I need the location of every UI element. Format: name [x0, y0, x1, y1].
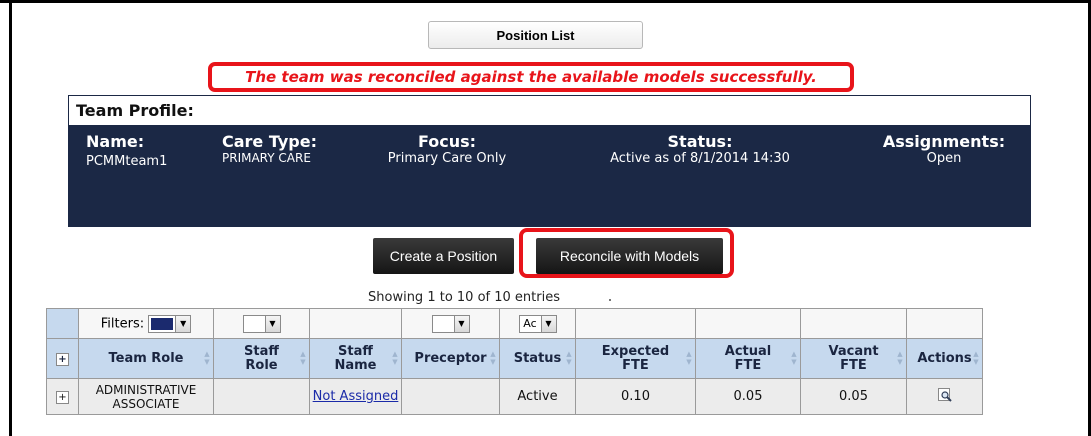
filter-cell-status: Ac ▼ — [499, 308, 576, 339]
team-profile-header: Team Profile: — [69, 96, 1030, 126]
filter-cell-vacant-fte — [800, 308, 907, 339]
expand-icon[interactable]: + — [56, 391, 69, 404]
column-header-actions[interactable]: Actions ▲ ▼ — [906, 338, 983, 379]
profile-label-status: Status: — [667, 132, 733, 151]
profile-field-name: Name: PCMMteam1 — [86, 132, 167, 169]
filter-cell-actual-fte — [695, 308, 801, 339]
profile-value-name: PCMMteam1 — [86, 154, 168, 169]
column-header-staff-role[interactable]: Staff Role ▲ ▼ — [213, 338, 310, 379]
profile-value-care-type: PRIMARY CARE — [222, 151, 311, 165]
profile-label-care-type: Care Type: — [222, 132, 317, 151]
filter-cell-expected-fte — [575, 308, 696, 339]
cell-actual-fte: 0.05 — [695, 378, 801, 415]
profile-value-focus: Primary Care Only — [387, 151, 507, 166]
status-filter-select[interactable]: Ac ▼ — [518, 314, 557, 333]
profile-label-focus: Focus: — [417, 132, 477, 151]
profile-value-status: Active as of 8/1/2014 14:30 — [610, 151, 790, 166]
filter-cell-staff-role: ▼ — [213, 308, 310, 339]
cell-vacant-fte: 0.05 — [800, 378, 907, 415]
sort-arrows-icon: ▲ ▼ — [566, 350, 572, 366]
preceptor-filter-select[interactable]: ▼ — [431, 314, 470, 333]
row-expand-cell[interactable]: + — [46, 378, 79, 415]
dropdown-arrow-icon: ▼ — [540, 315, 556, 332]
filter-row: Filters: ▼ ▼ ▼ Ac ▼ — [46, 308, 983, 339]
filters-label: Filters: — [100, 316, 145, 331]
cell-actions — [906, 378, 983, 415]
sort-arrows-icon: ▲ ▼ — [204, 350, 210, 366]
column-header-staff-name[interactable]: Staff Name ▲ ▼ — [309, 338, 402, 379]
filter-cell-preceptor: ▼ — [401, 308, 500, 339]
column-label: Actual FTE — [724, 343, 772, 373]
column-label: Staff Role — [244, 343, 279, 373]
profile-label-assignments: Assignments: — [882, 132, 1006, 151]
column-header-vacant-fte[interactable]: Vacant FTE ▲ ▼ — [800, 338, 907, 379]
header-row: + Team Role ▲ ▼ Staff Role ▲ ▼ Staff Name ▲ ▼ … — [46, 338, 983, 379]
create-position-button[interactable]: Create a Position — [373, 238, 514, 274]
sort-arrows-icon: ▲ ▼ — [392, 350, 398, 366]
profile-label-name: Name: — [86, 132, 145, 151]
sort-arrows-icon: ▲ ▼ — [897, 350, 903, 366]
position-list-button[interactable]: Position List — [428, 21, 643, 49]
team-role-filter-select[interactable]: ▼ — [148, 314, 192, 333]
cell-status: Active — [499, 378, 576, 415]
column-header-status[interactable]: Status ▲ ▼ — [499, 338, 576, 379]
column-header-expected-fte[interactable]: Expected FTE ▲ ▼ — [575, 338, 696, 379]
column-header-preceptor[interactable]: Preceptor ▲ ▼ — [401, 338, 500, 379]
profile-field-status: Status: Active as of 8/1/2014 14:30 — [585, 132, 815, 166]
cell-expected-fte: 0.10 — [575, 378, 696, 415]
team-profile-panel: Team Profile: Name: PCMMteam1 Care Type:… — [68, 95, 1031, 227]
profile-value-assignments: Open — [926, 151, 962, 166]
filter-cell-team-role: Filters: ▼ — [78, 308, 214, 339]
column-label: Vacant FTE — [828, 343, 879, 373]
column-label: Team Role — [108, 350, 184, 366]
team-profile-body: Name: PCMMteam1 Care Type: PRIMARY CARE … — [69, 126, 1030, 226]
view-details-icon[interactable] — [937, 387, 952, 402]
sort-arrows-icon: ▲ ▼ — [973, 350, 979, 366]
dropdown-arrow-icon: ▼ — [264, 315, 280, 332]
table-row: + ADMINISTRATIVE ASSOCIATE Not Assigned … — [46, 378, 983, 415]
column-label: Preceptor — [414, 350, 487, 366]
cell-staff-role — [213, 378, 310, 415]
staff-role-filter-select[interactable]: ▼ — [242, 314, 281, 333]
dropdown-arrow-icon: ▼ — [453, 315, 469, 332]
dropdown-arrow-icon: ▼ — [175, 315, 191, 332]
expand-icon[interactable]: + — [56, 352, 69, 366]
profile-field-care-type: Care Type: PRIMARY CARE — [222, 132, 317, 165]
staff-name-link[interactable]: Not Assigned — [313, 389, 399, 404]
column-label: Actions — [917, 350, 972, 366]
filter-corner-cell — [46, 308, 79, 339]
sort-arrows-icon: ▲ ▼ — [686, 350, 692, 366]
table-info-text: Showing 1 to 10 of 10 entries — [368, 290, 560, 305]
profile-field-focus: Focus: Primary Care Only — [367, 132, 527, 166]
reconcile-button-highlight — [519, 228, 734, 278]
status-filter-value: Ac — [523, 317, 537, 330]
sort-arrows-icon: ▲ ▼ — [791, 350, 797, 366]
success-message-highlight: The team was reconciled against the avai… — [208, 62, 854, 92]
column-label: Status — [513, 350, 562, 366]
selected-color-swatch — [151, 317, 174, 330]
stray-dot — [609, 299, 611, 301]
filter-cell-actions — [906, 308, 983, 339]
cell-staff-name: Not Assigned — [309, 378, 402, 415]
window-frame-top — [0, 0, 1091, 3]
column-label: Staff Name — [334, 343, 377, 373]
profile-field-assignments: Assignments: Open — [869, 132, 1019, 166]
column-header-team-role[interactable]: Team Role ▲ ▼ — [78, 338, 214, 379]
sort-arrows-icon: ▲ ▼ — [300, 350, 306, 366]
column-label: Expected FTE — [601, 343, 670, 373]
sort-arrows-icon: ▲ ▼ — [490, 350, 496, 366]
window-frame-left — [9, 0, 12, 436]
positions-table: Filters: ▼ ▼ ▼ Ac ▼ + Team Role ▲ ▼ Staff R… — [46, 308, 983, 415]
expand-all-header[interactable]: + — [46, 338, 79, 379]
column-header-actual-fte[interactable]: Actual FTE ▲ ▼ — [695, 338, 801, 379]
filter-cell-staff-name — [309, 308, 402, 339]
team-profile-title: Team Profile: — [76, 101, 194, 120]
cell-preceptor — [401, 378, 500, 415]
cell-team-role: ADMINISTRATIVE ASSOCIATE — [78, 378, 214, 415]
success-message: The team was reconciled against the avai… — [245, 68, 817, 86]
